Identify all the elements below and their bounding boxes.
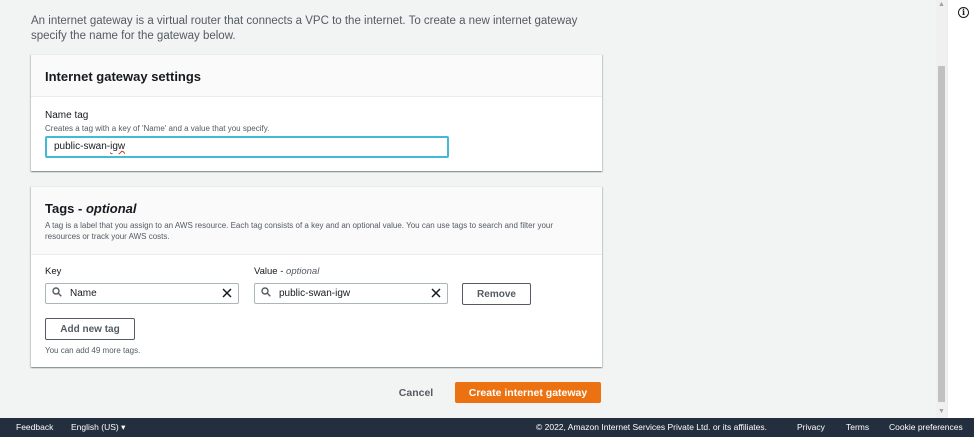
tags-panel: Tags - optional A tag is a label that yo… [31, 186, 602, 367]
settings-panel-title: Internet gateway settings [45, 69, 202, 84]
scroll-up-icon[interactable]: ▲ [937, 1, 946, 9]
search-icon [261, 287, 275, 300]
close-icon[interactable] [222, 286, 232, 301]
close-icon[interactable] [431, 286, 441, 301]
key-column-label: Key [45, 266, 62, 277]
settings-panel-body: Name tag Creates a tag with a key of 'Na… [31, 97, 602, 172]
remaining-tags-note: You can add 49 more tags. [45, 346, 141, 355]
console-footer: Feedback English (US) ▾ © 2022, Amazon I… [0, 418, 974, 437]
vertical-scrollbar[interactable]: ▲ ▼ [936, 0, 947, 418]
tags-panel-title: Tags - optional [45, 187, 588, 216]
tags-panel-body: Key Value - optional Name public-swan-ig… [31, 255, 602, 367]
copyright-text: © 2022, Amazon Internet Services Private… [536, 422, 767, 432]
name-tag-value-suffix: igw [110, 141, 126, 152]
cookie-preferences-link[interactable]: Cookie preferences [889, 422, 963, 432]
tags-title-text: Tags - [45, 201, 86, 216]
privacy-link[interactable]: Privacy [797, 422, 825, 432]
tag-key-input[interactable]: Name [45, 283, 239, 304]
value-column-label: Value - optional [254, 266, 319, 277]
cancel-button[interactable]: Cancel [388, 383, 444, 403]
tags-title-optional: optional [85, 201, 137, 216]
name-tag-value-prefix: public-swan- [54, 141, 111, 152]
settings-panel-header: Internet gateway settings [31, 55, 602, 97]
terms-link[interactable]: Terms [846, 422, 869, 432]
tag-value-input[interactable]: public-swan-igw [254, 283, 448, 304]
create-internet-gateway-button[interactable]: Create internet gateway [455, 382, 601, 403]
scroll-down-icon[interactable]: ▼ [937, 408, 946, 416]
name-tag-label: Name tag [45, 110, 89, 121]
tag-value-value: public-swan-igw [279, 288, 351, 299]
language-selector[interactable]: English (US) ▾ [71, 422, 125, 433]
tag-key-value: Name [70, 288, 97, 299]
info-icon[interactable]: i [958, 7, 969, 18]
help-panel-rail: i [947, 0, 974, 418]
internet-gateway-settings-panel: Internet gateway settings Name tag Creat… [31, 54, 602, 171]
tags-panel-header: Tags - optional A tag is a label that yo… [31, 187, 602, 255]
value-label-optional: optional [286, 266, 320, 277]
name-tag-description: Creates a tag with a key of 'Name' and a… [45, 124, 270, 133]
add-new-tag-button[interactable]: Add new tag [45, 318, 135, 340]
value-label-text: Value - [254, 266, 287, 277]
scrollbar-thumb[interactable] [938, 66, 945, 402]
name-tag-input[interactable]: public-swan-igw [45, 136, 449, 158]
search-icon [52, 287, 66, 300]
remove-tag-button[interactable]: Remove [462, 283, 531, 305]
page-description: An internet gateway is a virtual router … [31, 15, 578, 42]
main-content: An internet gateway is a virtual router … [0, 0, 936, 418]
tags-panel-description: A tag is a label that you assign to an A… [45, 221, 554, 241]
feedback-link[interactable]: Feedback [16, 422, 53, 432]
